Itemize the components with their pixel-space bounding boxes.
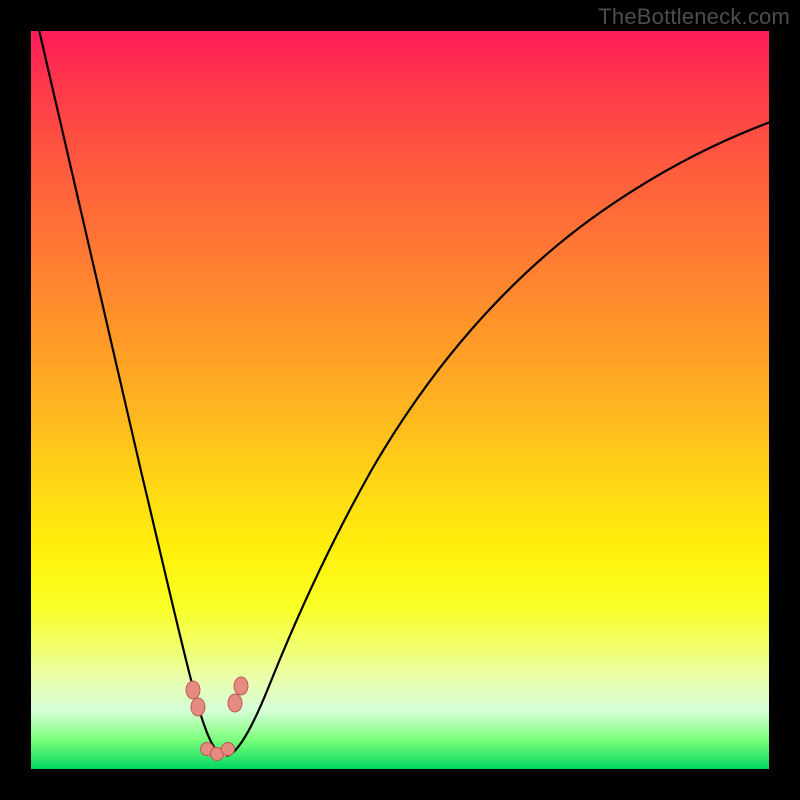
chart-stage: TheBottleneck.com <box>0 0 800 800</box>
marker-dot <box>228 694 242 712</box>
marker-dot <box>191 698 205 716</box>
marker-dot <box>201 743 214 756</box>
marker-dot <box>222 743 235 756</box>
marker-connector <box>207 749 228 753</box>
marker-dot <box>211 748 224 761</box>
plot-area <box>31 31 769 769</box>
marker-dot <box>234 677 248 695</box>
marker-dot <box>186 681 200 699</box>
trough-markers <box>186 677 248 761</box>
bottleneck-curve <box>37 31 769 756</box>
curve-layer <box>31 31 769 769</box>
watermark-text: TheBottleneck.com <box>598 4 790 30</box>
